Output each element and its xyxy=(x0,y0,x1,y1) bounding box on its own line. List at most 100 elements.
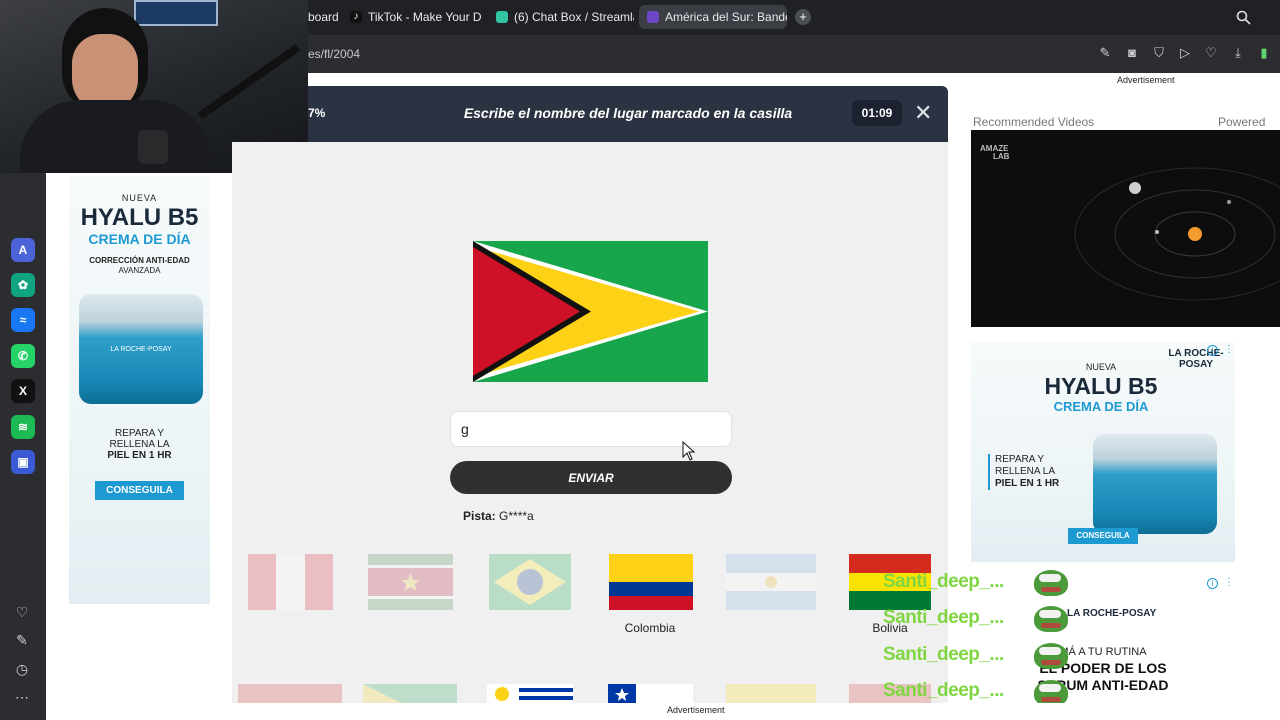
quiz-timer: 01:09 xyxy=(852,100,902,126)
notes-icon[interactable]: ✎ xyxy=(13,631,31,649)
sporcle-icon xyxy=(647,11,659,23)
close-icon[interactable]: ✕ xyxy=(914,102,932,126)
flag-colombia[interactable] xyxy=(609,554,693,610)
right-ad-banner[interactable]: LA ROCHE-POSAY i ⋮ NUEVA HYALU B5 CREMA … xyxy=(971,342,1235,562)
hint-label: Pista: xyxy=(463,509,496,523)
ad-eyebrow: NUEVA xyxy=(121,193,158,203)
bottom-ad-strip xyxy=(46,703,1280,720)
side-rail: A ✿ ≈ ✆ X ≋ ▣ ♡ ✎ ◷ ⋯ xyxy=(0,173,46,720)
ad-claim-2: RELLENA LA xyxy=(995,466,1056,477)
tab-label: TikTok - Make Your Day xyxy=(368,10,482,24)
microphone xyxy=(138,130,168,164)
heart-icon[interactable]: ♡ xyxy=(13,603,31,621)
pepe-emote-icon xyxy=(1034,570,1068,596)
ad-label-top: Advertisement xyxy=(1117,75,1175,85)
search-icon[interactable] xyxy=(1236,10,1251,25)
tiktok-icon: ♪ xyxy=(350,11,362,23)
ad-tagline-2: AVANZADA xyxy=(118,266,161,275)
whatsapp-app-icon[interactable]: ✆ xyxy=(11,344,35,368)
ad-info-icon[interactable]: i xyxy=(1207,578,1218,589)
ad-eyebrow: NUEVA xyxy=(1085,362,1117,372)
submit-button[interactable]: ENVIAR xyxy=(450,461,732,494)
quiz-header: 7% Escribe el nombre del lugar marcado e… xyxy=(308,86,948,142)
ad-claim-3: PIEL EN 1 HR xyxy=(995,478,1060,489)
tab-america-del-sur[interactable]: América del Sur: Banderas xyxy=(639,5,787,29)
left-ad-banner[interactable]: NUEVA HYALU B5 CREMA DE DÍA CORRECCIÓN A… xyxy=(69,176,210,604)
heart-icon[interactable]: ♡ xyxy=(1203,45,1219,61)
flag-guyana-hidden[interactable] xyxy=(363,684,457,704)
ad-subtitle: CREMA DE DÍA xyxy=(1053,399,1149,414)
tab-streamlabs[interactable]: (6) Chat Box / Streamlabs xyxy=(488,5,634,29)
flag-label-colombia: Colombia xyxy=(624,621,676,635)
flag-brazil[interactable] xyxy=(489,554,571,610)
ad-logo: LA ROCHE-POSAY xyxy=(1067,608,1157,619)
recommended-title: Recommended Videos xyxy=(973,115,1095,129)
wallet-app-icon[interactable]: ▣ xyxy=(11,450,35,474)
person-body xyxy=(20,100,210,173)
mouse-cursor-icon xyxy=(682,441,696,461)
x-app-icon[interactable]: X xyxy=(11,379,35,403)
product-jar xyxy=(1093,434,1217,534)
flag-uruguay[interactable] xyxy=(487,684,573,704)
history-icon[interactable]: ◷ xyxy=(13,660,31,678)
flag-chile-hidden[interactable] xyxy=(238,684,342,704)
ad-brand: HYALU B5 xyxy=(80,204,199,231)
solar-system-thumbnail xyxy=(1074,167,1280,301)
recommended-video[interactable]: AMAZE LAB xyxy=(971,130,1280,327)
mic-arm xyxy=(197,43,301,120)
ad-brand: HYALU B5 xyxy=(1044,373,1158,399)
hint: Pista: G****a xyxy=(463,509,534,523)
new-tab-button[interactable]: + xyxy=(795,9,811,25)
wall-poster xyxy=(134,0,218,26)
edit-icon[interactable]: ✎ xyxy=(1097,45,1113,61)
flag-suriname[interactable] xyxy=(368,554,453,610)
ad-claim-1: REPARA Y xyxy=(114,428,165,439)
download-icon[interactable]: ⤓ xyxy=(1230,45,1246,61)
messenger-app-icon[interactable]: ≈ xyxy=(11,308,35,332)
sidebar-toggle-icon[interactable]: ▮ xyxy=(1256,45,1272,61)
ad-line-2: EL PODER DE LOS xyxy=(1039,660,1167,676)
flag-argentina[interactable] xyxy=(726,554,816,610)
ad-claim: REPARA Y RELLENA LA PIEL EN 1 HR xyxy=(988,454,1059,490)
aria-app-icon[interactable]: A xyxy=(11,238,35,262)
tab-label: América del Sur: Banderas xyxy=(665,10,787,24)
ad-line-1: MÁ A TU RUTINA xyxy=(1059,646,1147,658)
ad-claim-3: PIEL EN 1 HR xyxy=(107,450,172,461)
camera-icon[interactable]: ◙ xyxy=(1124,45,1140,61)
chatgpt-app-icon[interactable]: ✿ xyxy=(11,273,35,297)
chat-username: Santi_deep_... xyxy=(883,607,1004,628)
ad-cta-button[interactable]: CONSEGUILA xyxy=(95,481,184,500)
ad-line-3: SERUM ANTI-EDAD xyxy=(1037,677,1169,693)
flag-peru[interactable] xyxy=(248,554,333,610)
spotify-app-icon[interactable]: ≋ xyxy=(11,415,35,439)
chat-username: Santi_deep_... xyxy=(883,680,1004,701)
flag-guyana xyxy=(473,241,708,382)
pepe-emote-icon xyxy=(1034,606,1068,632)
ad-claim-1: REPARA Y xyxy=(995,454,1045,465)
pepe-emote-icon xyxy=(1034,643,1068,669)
shield-icon[interactable]: ⛉ xyxy=(1151,45,1167,61)
flag-chile[interactable] xyxy=(608,684,693,704)
tab-label: (6) Chat Box / Streamlabs xyxy=(514,10,634,24)
chat-username: Santi_deep_... xyxy=(883,644,1004,665)
streamlabs-icon xyxy=(496,11,508,23)
play-icon[interactable]: ▷ xyxy=(1177,45,1193,61)
ad-label-bottom: Advertisement xyxy=(667,705,725,715)
ad-tagline: CORRECCIÓN ANTI-EDAD xyxy=(89,256,190,265)
bottom-right-ad[interactable]: i ⋮ LA ROCHE-POSAY MÁ A TU RUTINA EL POD… xyxy=(971,574,1235,700)
chat-username: Santi_deep_... xyxy=(883,571,1004,592)
ad-claim-2: RELLENA LA xyxy=(109,439,170,450)
flag-ecuador-hidden[interactable] xyxy=(726,684,816,704)
tab-label: board xyxy=(308,10,339,24)
hint-value: G****a xyxy=(499,509,534,523)
video-watermark-2: LAB xyxy=(993,152,1010,161)
more-icon[interactable]: ⋯ xyxy=(13,688,31,706)
ad-info-icon[interactable]: i xyxy=(1207,345,1218,356)
ad-cta-button[interactable]: CONSEGUILA xyxy=(1068,528,1138,544)
jar-brand: LA ROCHE-POSAY xyxy=(110,346,172,353)
tab-tiktok[interactable]: ♪ TikTok - Make Your Day xyxy=(342,5,482,29)
url-text[interactable]: es/fl/2004 xyxy=(308,47,360,61)
ad-subtitle: CREMA DE DÍA xyxy=(88,231,191,247)
ad-menu-icon[interactable]: ⋮ xyxy=(1224,577,1234,588)
ad-menu-icon[interactable]: ⋮ xyxy=(1224,344,1234,355)
